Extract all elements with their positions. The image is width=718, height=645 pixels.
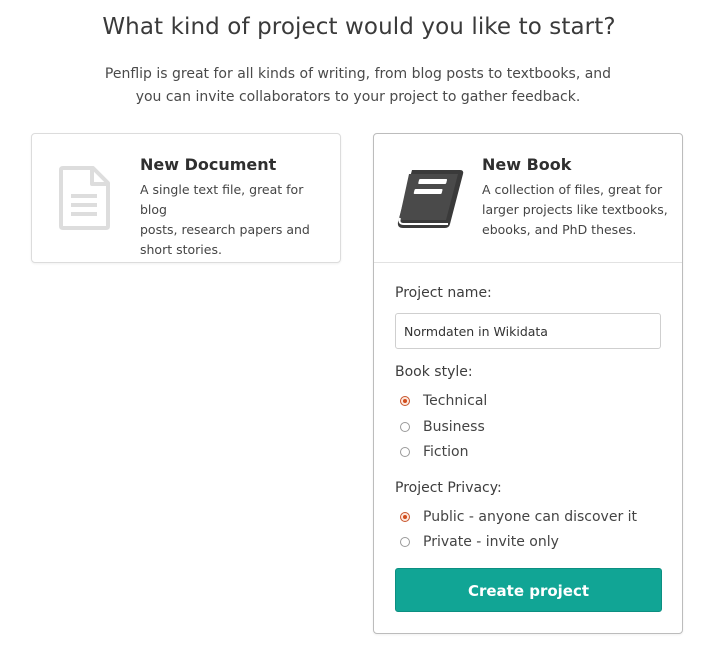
page-title: What kind of project would you like to s…: [102, 14, 616, 40]
privacy-option-public[interactable]: Public - anyone can discover it: [400, 507, 637, 527]
project-name-label: Project name:: [395, 285, 492, 301]
create-project-button[interactable]: Create project: [395, 568, 662, 612]
book-style-option-business[interactable]: Business: [400, 417, 485, 437]
subtitle-line-1: Penflip is great for all kinds of writin…: [104, 66, 612, 82]
privacy-option-label: Public - anyone can discover it: [423, 509, 638, 525]
privacy-option-label: Private - invite only: [423, 534, 559, 550]
book-style-option-technical[interactable]: Technical: [400, 391, 487, 411]
new-book-desc-line: larger projects like textbooks,: [482, 202, 668, 217]
book-style-option-label: Fiction: [423, 444, 469, 460]
new-project-page: What kind of project would you like to s…: [0, 0, 718, 645]
new-book-description: A collection of files, great for larger …: [482, 180, 672, 240]
privacy-option-private[interactable]: Private - invite only: [400, 532, 559, 552]
book-style-option-label: Business: [423, 419, 485, 435]
radio-checked-icon[interactable]: [400, 512, 410, 522]
radio-unchecked-icon[interactable]: [400, 447, 410, 457]
new-book-desc-line: A collection of files, great for: [482, 182, 663, 197]
radio-unchecked-icon[interactable]: [400, 422, 410, 432]
book-style-label: Book style:: [395, 364, 473, 380]
new-book-desc-line: ebooks, and PhD theses.: [482, 222, 637, 237]
project-privacy-label: Project Privacy:: [395, 480, 502, 496]
new-document-description: A single text file, great for blog posts…: [140, 180, 330, 260]
subtitle-line-2: you can invite collaborators to your pro…: [135, 89, 581, 105]
new-document-title: New Document: [140, 155, 277, 174]
new-document-card[interactable]: New Document A single text file, great f…: [31, 133, 341, 263]
new-document-desc-line: A single text file, great for blog: [140, 182, 304, 217]
radio-unchecked-icon[interactable]: [400, 537, 410, 547]
book-icon: [397, 170, 464, 228]
card-divider: [374, 262, 682, 263]
new-document-desc-line: posts, research papers and: [140, 222, 310, 237]
book-style-option-label: Technical: [423, 393, 488, 409]
project-name-input[interactable]: [395, 313, 661, 349]
document-icon: [59, 166, 110, 230]
new-book-title: New Book: [482, 155, 572, 174]
new-book-card: New Book A collection of files, great fo…: [373, 133, 683, 634]
page-subtitle: Penflip is great for all kinds of writin…: [84, 63, 632, 109]
new-document-desc-line: short stories.: [140, 242, 222, 257]
book-style-option-fiction[interactable]: Fiction: [400, 442, 468, 462]
radio-checked-icon[interactable]: [400, 396, 410, 406]
